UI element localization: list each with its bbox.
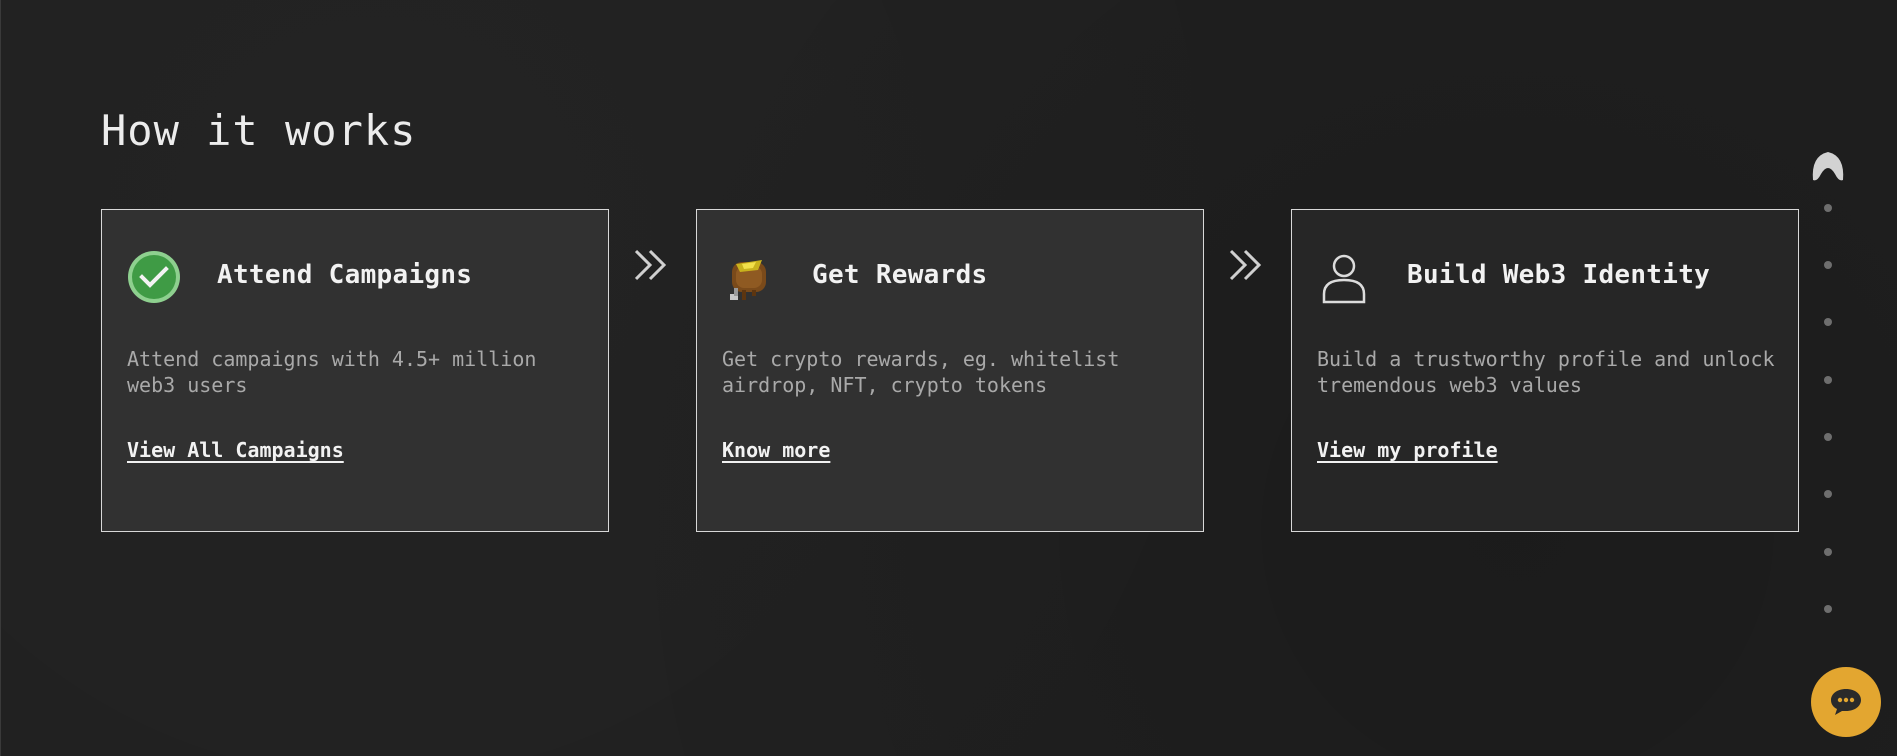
user-profile-icon <box>1317 250 1371 304</box>
how-it-works-section: How it works Attend Campaigns Attend cam… <box>0 0 1897 756</box>
view-all-campaigns-link[interactable]: View All Campaigns <box>127 438 344 462</box>
card-title: Build Web3 Identity <box>1407 260 1711 290</box>
know-more-link[interactable]: Know more <box>722 438 830 462</box>
chat-bubble-icon <box>1831 689 1861 715</box>
card-get-rewards: Get Rewards Get crypto rewards, eg. whit… <box>696 209 1204 532</box>
chat-button[interactable] <box>1811 667 1881 737</box>
brand-logo-icon[interactable] <box>1809 148 1847 186</box>
card-title: Get Rewards <box>812 260 988 290</box>
scroll-nav-dot[interactable] <box>1824 605 1832 613</box>
scroll-nav-dot[interactable] <box>1824 318 1832 326</box>
reward-bag-icon <box>722 250 776 304</box>
section-title: How it works <box>101 106 417 155</box>
card-attend-campaigns: Attend Campaigns Attend campaigns with 4… <box>101 209 609 532</box>
scroll-nav-dot[interactable] <box>1824 376 1832 384</box>
card-description: Build a trustworthy profile and unlock t… <box>1317 347 1775 397</box>
double-chevron-right-icon <box>632 245 672 285</box>
card-description: Get crypto rewards, eg. whitelist airdro… <box>722 347 1120 397</box>
scroll-nav-dot[interactable] <box>1824 261 1832 269</box>
card-build-web3-identity: Build Web3 Identity Build a trustworthy … <box>1291 209 1799 532</box>
card-title: Attend Campaigns <box>217 260 473 290</box>
scroll-nav-dot[interactable] <box>1824 490 1832 498</box>
scroll-nav-dot[interactable] <box>1824 204 1832 212</box>
view-my-profile-link[interactable]: View my profile <box>1317 438 1498 462</box>
scroll-nav-dot[interactable] <box>1824 433 1832 441</box>
scroll-nav-dot[interactable] <box>1824 548 1832 556</box>
card-description: Attend campaigns with 4.5+ million web3 … <box>127 347 537 397</box>
double-chevron-right-icon <box>1227 245 1267 285</box>
side-scroll-nav <box>1807 148 1847 628</box>
check-circle-icon <box>127 250 181 304</box>
